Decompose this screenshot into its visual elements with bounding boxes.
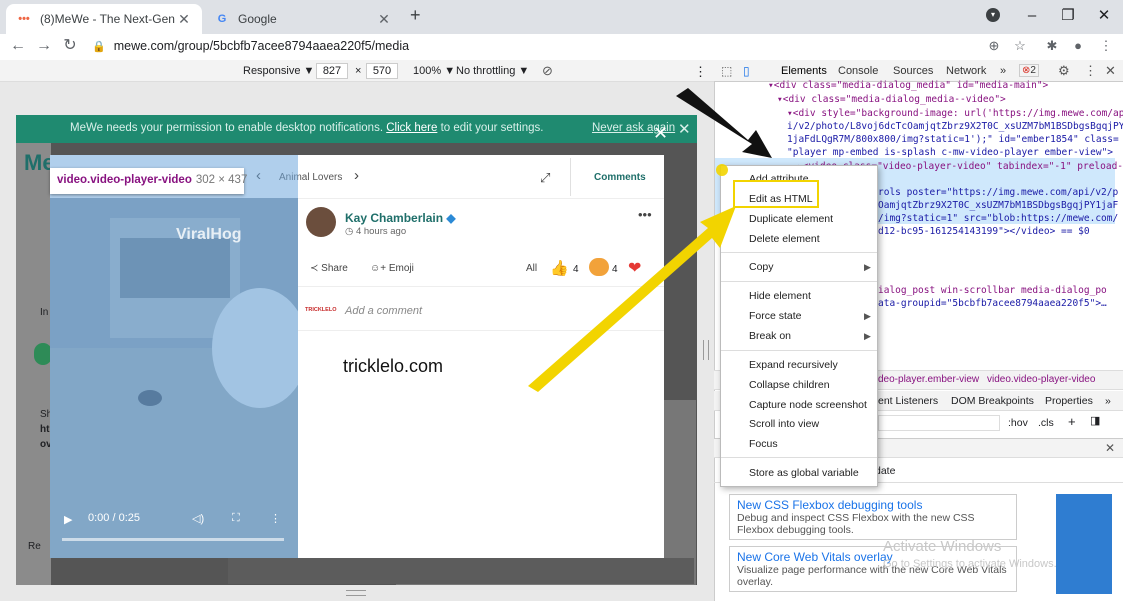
annotation-arrows — [528, 88, 772, 392]
resize-handle-icon[interactable] — [346, 590, 366, 596]
resize-handle-icon[interactable] — [703, 340, 709, 360]
yellow-arrow-icon — [528, 206, 736, 392]
cursor-dot — [716, 164, 728, 176]
black-arrow-icon — [676, 88, 772, 158]
